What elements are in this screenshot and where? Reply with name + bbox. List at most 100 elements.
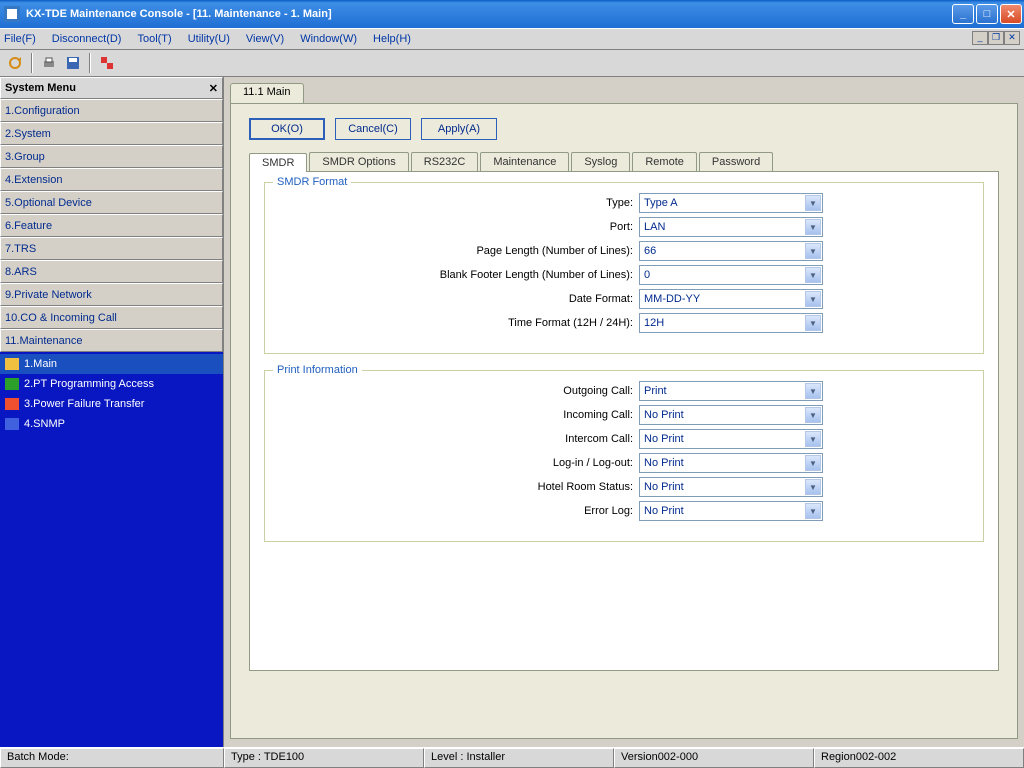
form-select[interactable]: No Print ▼ [639, 477, 823, 497]
sidebar-item[interactable]: 2.System [0, 122, 223, 145]
sidebar-subtree: 1.Main 2.PT Programming Access 3.Power Fai… [0, 352, 223, 747]
form-label: Log-in / Log-out: [279, 457, 639, 469]
form-select[interactable]: No Print ▼ [639, 501, 823, 521]
chevron-down-icon[interactable]: ▼ [805, 383, 821, 399]
minimize-button[interactable]: _ [952, 4, 974, 24]
form-label: Type: [279, 197, 639, 209]
form-select[interactable]: 12H ▼ [639, 313, 823, 333]
chevron-down-icon[interactable]: ▼ [805, 503, 821, 519]
sidebar-item[interactable]: 5.Optional Device [0, 191, 223, 214]
tree-item-label: 3.Power Failure Transfer [24, 398, 144, 410]
file-tab[interactable]: 11.1 Main [230, 83, 304, 103]
chevron-down-icon[interactable]: ▼ [805, 219, 821, 235]
chevron-down-icon[interactable]: ▼ [805, 267, 821, 283]
form-row: Log-in / Log-out:No Print▼ [279, 453, 969, 473]
form-label: Error Log: [279, 505, 639, 517]
sidebar-item[interactable]: 3.Group [0, 145, 223, 168]
menu-tool[interactable]: Tool(T) [137, 33, 171, 45]
form-select[interactable]: 66 ▼ [639, 241, 823, 261]
chevron-down-icon[interactable]: ▼ [805, 479, 821, 495]
menu-disconnect[interactable]: Disconnect(D) [52, 33, 122, 45]
smdr-format-group: SMDR Format Type:Type A▼Port:LAN▼Page Le… [264, 182, 984, 354]
select-value: 12H [644, 317, 664, 329]
sidebar-item[interactable]: 11.Maintenance [0, 329, 223, 352]
inner-tab[interactable]: RS232C [411, 152, 479, 171]
chevron-down-icon[interactable]: ▼ [805, 431, 821, 447]
menu-view[interactable]: View(V) [246, 33, 284, 45]
form-select[interactable]: MM-DD-YY▼ [639, 289, 823, 309]
save-icon[interactable] [62, 52, 84, 74]
tree-item[interactable]: 1.Main [0, 354, 223, 374]
sidebar-item[interactable]: 9.Private Network [0, 283, 223, 306]
form-select[interactable]: No Print▼ [639, 453, 823, 473]
inner-tab[interactable]: Password [699, 152, 773, 171]
tree-item-label: 2.PT Programming Access [24, 378, 154, 390]
inner-tab[interactable]: Syslog [571, 152, 630, 171]
tools-icon[interactable] [96, 52, 118, 74]
chevron-down-icon[interactable]: ▼ [805, 455, 821, 471]
ok-button[interactable]: OK(O) [249, 118, 325, 140]
chevron-down-icon[interactable]: ▼ [805, 315, 821, 331]
select-value: 0 [644, 269, 650, 281]
menu-window[interactable]: Window(W) [300, 33, 357, 45]
inner-tab[interactable]: Remote [632, 152, 697, 171]
titlebar: KX-TDE Maintenance Console - [11. Mainte… [0, 0, 1024, 28]
app-icon [4, 6, 20, 22]
sidebar-item[interactable]: 6.Feature [0, 214, 223, 237]
chevron-down-icon[interactable]: ▼ [805, 407, 821, 423]
mdi-minimize-button[interactable]: _ [972, 31, 988, 45]
chevron-down-icon[interactable]: ▼ [805, 291, 821, 307]
chevron-down-icon[interactable]: ▼ [805, 195, 821, 211]
chevron-down-icon[interactable]: ▼ [805, 243, 821, 259]
mdi-close-button[interactable]: ✕ [1004, 31, 1020, 45]
form-row: Incoming Call:No Print▼ [279, 405, 969, 425]
form-row: Date Format:MM-DD-YY▼ [279, 289, 969, 309]
tree-item[interactable]: 3.Power Failure Transfer [0, 394, 223, 414]
sidebar-title: System Menu ✕ [0, 77, 223, 99]
form-row: Error Log: No Print ▼ [279, 501, 969, 521]
menu-file[interactable]: File(F) [4, 33, 36, 45]
sidebar-item[interactable]: 7.TRS [0, 237, 223, 260]
inner-tab[interactable]: SMDR [249, 153, 307, 172]
refresh-icon[interactable] [4, 52, 26, 74]
select-value: No Print [644, 505, 684, 517]
print-icon[interactable] [38, 52, 60, 74]
form-select[interactable]: No Print▼ [639, 429, 823, 449]
close-button[interactable]: ✕ [1000, 4, 1022, 24]
form-row: Hotel Room Status:No Print▼ [279, 477, 969, 497]
sidebar-item[interactable]: 1.Configuration [0, 99, 223, 122]
select-value: Type A [644, 197, 678, 209]
sidebar-item[interactable]: 4.Extension [0, 168, 223, 191]
status-batch: Batch Mode: [0, 748, 224, 768]
sidebar: System Menu ✕ 1.Configuration2.System3.G… [0, 77, 224, 747]
sidebar-item[interactable]: 8.ARS [0, 260, 223, 283]
menu-help[interactable]: Help(H) [373, 33, 411, 45]
form-select[interactable]: No Print▼ [639, 405, 823, 425]
maximize-button[interactable]: □ [976, 4, 998, 24]
menu-utility[interactable]: Utility(U) [188, 33, 230, 45]
sidebar-item[interactable]: 10.CO & Incoming Call [0, 306, 223, 329]
tree-item[interactable]: 2.PT Programming Access [0, 374, 223, 394]
tree-item[interactable]: 4.SNMP [0, 414, 223, 434]
inner-tab[interactable]: SMDR Options [309, 152, 408, 171]
form-row: Port:LAN▼ [279, 217, 969, 237]
sidebar-close-icon[interactable]: ✕ [209, 82, 218, 95]
select-value: No Print [644, 481, 684, 493]
form-row: Outgoing Call:Print▼ [279, 381, 969, 401]
inner-tab[interactable]: Maintenance [480, 152, 569, 171]
cancel-button[interactable]: Cancel(C) [335, 118, 411, 140]
status-region: Region002-002 [814, 748, 1024, 768]
tree-icon [4, 417, 20, 431]
form-select[interactable]: 0▼ [639, 265, 823, 285]
form-label: Page Length (Number of Lines): [279, 245, 639, 257]
mdi-restore-button[interactable]: ❐ [988, 31, 1004, 45]
status-version: Version002-000 [614, 748, 814, 768]
form-label: Time Format (12H / 24H): [279, 317, 639, 329]
select-value: 66 [644, 245, 656, 257]
form-select[interactable]: LAN ▼ [639, 217, 823, 237]
form-select[interactable]: Type A ▼ [639, 193, 823, 213]
apply-button[interactable]: Apply(A) [421, 118, 497, 140]
select-value: LAN [644, 221, 665, 233]
form-select[interactable]: Print▼ [639, 381, 823, 401]
toolbar [0, 50, 1024, 77]
